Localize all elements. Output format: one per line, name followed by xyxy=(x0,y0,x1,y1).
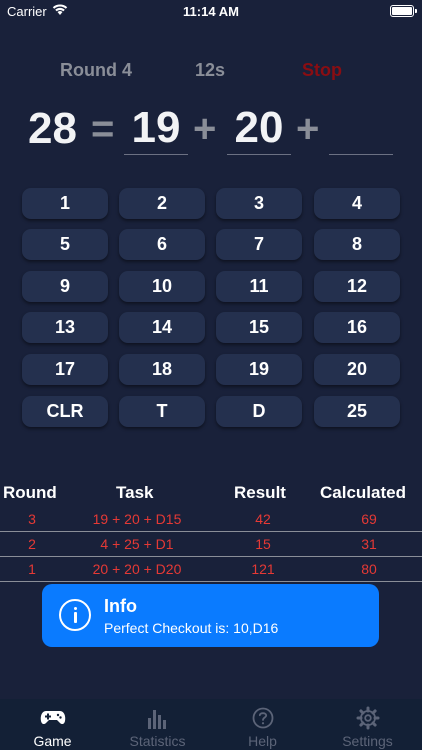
key-7[interactable]: 7 xyxy=(216,229,302,260)
double-button[interactable]: D xyxy=(216,396,302,427)
clear-button[interactable]: CLR xyxy=(22,396,108,427)
key-14[interactable]: 14 xyxy=(119,312,205,343)
target-score: 28 xyxy=(28,104,77,153)
tab-game-label: Game xyxy=(33,733,72,749)
header-task: Task xyxy=(116,483,154,502)
table-row: 1 20 + 20 + D20 121 80 xyxy=(0,557,422,582)
key-15[interactable]: 15 xyxy=(216,312,302,343)
timer-label: 12s xyxy=(195,60,226,80)
tab-bar: Game Statistics Help Settings xyxy=(0,699,422,750)
cell-round: 3 xyxy=(28,511,36,527)
table-row: 3 19 + 20 + D15 42 69 xyxy=(0,507,422,532)
key-19[interactable]: 19 xyxy=(216,354,302,385)
key-11[interactable]: 11 xyxy=(216,271,302,302)
dart-slot-2[interactable]: 20 xyxy=(227,100,291,155)
header-calculated: Calculated xyxy=(320,483,406,502)
history-table: Round Task Result Calculated 3 19 + 20 +… xyxy=(0,483,422,582)
tab-help-label: Help xyxy=(248,733,277,749)
bar-chart-icon xyxy=(148,710,166,729)
triple-button[interactable]: T xyxy=(119,396,205,427)
cell-round: 1 xyxy=(28,561,36,577)
key-16[interactable]: 16 xyxy=(314,312,400,343)
stop-button[interactable]: Stop xyxy=(302,60,342,81)
key-12[interactable]: 12 xyxy=(314,271,400,302)
cell-task: 20 + 20 + D20 xyxy=(92,561,182,577)
info-toast[interactable]: Info Perfect Checkout is: 10,D16 xyxy=(42,584,379,647)
question-circle-icon xyxy=(252,707,274,729)
dart-slot-3[interactable] xyxy=(329,100,393,155)
key-18[interactable]: 18 xyxy=(119,354,205,385)
cell-calculated: 80 xyxy=(361,561,377,577)
dart-slot-1[interactable]: 19 xyxy=(124,100,188,155)
tab-help[interactable]: Help xyxy=(210,699,315,750)
tab-settings[interactable]: Settings xyxy=(315,699,420,750)
key-25[interactable]: 25 xyxy=(314,396,400,427)
clock: 11:14 AM xyxy=(183,4,239,19)
key-20[interactable]: 20 xyxy=(314,354,400,385)
battery-icon xyxy=(390,5,417,17)
gamepad-icon xyxy=(40,711,66,725)
key-4[interactable]: 4 xyxy=(314,188,400,219)
tab-game[interactable]: Game xyxy=(0,699,105,750)
key-10[interactable]: 10 xyxy=(119,271,205,302)
cell-result: 15 xyxy=(255,536,271,552)
key-5[interactable]: 5 xyxy=(22,229,108,260)
cell-task: 4 + 25 + D1 xyxy=(100,536,174,552)
plus-sign-1: + xyxy=(193,107,217,151)
status-bar: Carrier 11:14 AM xyxy=(0,0,422,22)
round-label: Round 4 xyxy=(60,60,132,80)
key-9[interactable]: 9 xyxy=(22,271,108,302)
equals-sign: = xyxy=(91,107,115,151)
cell-result: 42 xyxy=(255,511,271,527)
tab-settings-label: Settings xyxy=(342,733,393,749)
key-2[interactable]: 2 xyxy=(119,188,205,219)
header-round: Round xyxy=(3,483,57,502)
key-8[interactable]: 8 xyxy=(314,229,400,260)
toast-title: Info xyxy=(104,596,137,616)
equation: 28 = 19 + 20 + xyxy=(0,100,422,160)
tab-statistics-label: Statistics xyxy=(129,733,186,749)
gear-icon xyxy=(356,706,380,730)
info-icon xyxy=(59,599,91,631)
cell-calculated: 69 xyxy=(361,511,377,527)
table-row: 2 4 + 25 + D1 15 31 xyxy=(0,532,422,557)
cell-round: 2 xyxy=(28,536,36,552)
key-3[interactable]: 3 xyxy=(216,188,302,219)
cell-calculated: 31 xyxy=(361,536,377,552)
key-1[interactable]: 1 xyxy=(22,188,108,219)
key-13[interactable]: 13 xyxy=(22,312,108,343)
header-result: Result xyxy=(234,483,286,502)
key-17[interactable]: 17 xyxy=(22,354,108,385)
tab-statistics[interactable]: Statistics xyxy=(105,699,210,750)
history-header: Round Task Result Calculated xyxy=(0,483,422,507)
cell-result: 121 xyxy=(251,561,275,577)
key-6[interactable]: 6 xyxy=(119,229,205,260)
round-info-row: Round 4 12s Stop xyxy=(0,60,422,84)
plus-sign-2: + xyxy=(296,107,320,151)
cell-task: 19 + 20 + D15 xyxy=(92,511,182,527)
toast-message: Perfect Checkout is: 10,D16 xyxy=(104,620,279,636)
